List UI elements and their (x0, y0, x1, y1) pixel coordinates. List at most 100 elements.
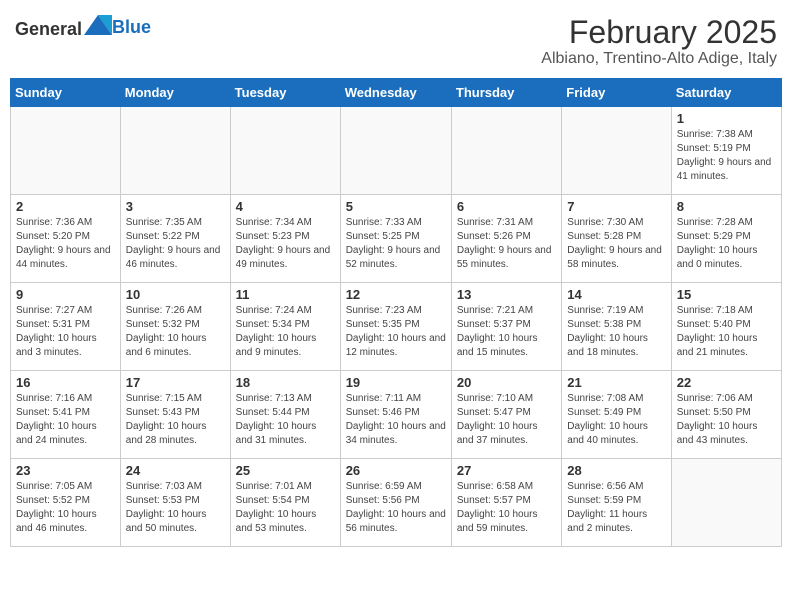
day-number: 7 (567, 199, 665, 214)
calendar-title: February 2025 (541, 15, 777, 50)
page-header: General Blue February 2025 Albiano, Tren… (10, 10, 782, 68)
day-info: Sunrise: 7:24 AMSunset: 5:34 PMDaylight:… (236, 304, 335, 360)
calendar-cell: 18 Sunrise: 7:13 AMSunset: 5:44 PMDayligh… (230, 371, 340, 459)
day-info: Sunrise: 6:59 AMSunset: 5:56 PMDaylight:… (346, 480, 446, 536)
day-info: Sunrise: 7:11 AMSunset: 5:46 PMDaylight:… (346, 392, 446, 448)
weekday-header-friday: Friday (562, 79, 671, 107)
day-info: Sunrise: 7:05 AMSunset: 5:52 PMDaylight:… (16, 480, 115, 536)
day-number: 9 (16, 287, 115, 302)
calendar-cell: 8 Sunrise: 7:28 AMSunset: 5:29 PMDaylight… (671, 195, 781, 283)
calendar-cell: 16 Sunrise: 7:16 AMSunset: 5:41 PMDayligh… (11, 371, 121, 459)
calendar-cell: 21 Sunrise: 7:08 AMSunset: 5:49 PMDayligh… (562, 371, 671, 459)
day-info: Sunrise: 7:21 AMSunset: 5:37 PMDaylight:… (457, 304, 556, 360)
day-number: 12 (346, 287, 446, 302)
logo-blue: Blue (112, 17, 151, 37)
calendar-cell: 19 Sunrise: 7:11 AMSunset: 5:46 PMDayligh… (340, 371, 451, 459)
week-row-5: 23 Sunrise: 7:05 AMSunset: 5:52 PMDayligh… (11, 459, 782, 547)
day-number: 10 (126, 287, 225, 302)
day-info: Sunrise: 7:15 AMSunset: 5:43 PMDaylight:… (126, 392, 225, 448)
calendar-cell: 20Sunrise: 7:10 AMSunset: 5:47 PMDayligh… (451, 371, 561, 459)
calendar-cell: 9 Sunrise: 7:27 AMSunset: 5:31 PMDaylight… (11, 283, 121, 371)
day-number: 4 (236, 199, 335, 214)
calendar-cell: 4 Sunrise: 7:34 AMSunset: 5:23 PMDaylight… (230, 195, 340, 283)
calendar-cell: 24 Sunrise: 7:03 AMSunset: 5:53 PMDayligh… (120, 459, 230, 547)
day-number: 6 (457, 199, 556, 214)
day-info: Sunrise: 7:35 AMSunset: 5:22 PMDaylight:… (126, 216, 225, 272)
day-number: 24 (126, 463, 225, 478)
calendar-cell: 14Sunrise: 7:19 AMSunset: 5:38 PMDayligh… (562, 283, 671, 371)
calendar-cell: 17 Sunrise: 7:15 AMSunset: 5:43 PMDayligh… (120, 371, 230, 459)
day-number: 25 (236, 463, 335, 478)
calendar-cell (230, 107, 340, 195)
calendar-cell: 3 Sunrise: 7:35 AMSunset: 5:22 PMDaylight… (120, 195, 230, 283)
day-info: Sunrise: 7:26 AMSunset: 5:32 PMDaylight:… (126, 304, 225, 360)
day-info: Sunrise: 7:31 AMSunset: 5:26 PMDaylight:… (457, 216, 556, 272)
day-number: 19 (346, 375, 446, 390)
day-number: 21 (567, 375, 665, 390)
day-info: Sunrise: 7:34 AMSunset: 5:23 PMDaylight:… (236, 216, 335, 272)
week-row-1: 1Sunrise: 7:38 AMSunset: 5:19 PMDaylight… (11, 107, 782, 195)
day-number: 23 (16, 463, 115, 478)
week-row-3: 9 Sunrise: 7:27 AMSunset: 5:31 PMDaylight… (11, 283, 782, 371)
calendar-cell: 6 Sunrise: 7:31 AMSunset: 5:26 PMDaylight… (451, 195, 561, 283)
week-row-2: 2Sunrise: 7:36 AMSunset: 5:20 PMDaylight… (11, 195, 782, 283)
calendar-cell (11, 107, 121, 195)
calendar-cell: 25 Sunrise: 7:01 AMSunset: 5:54 PMDayligh… (230, 459, 340, 547)
calendar-cell: 12 Sunrise: 7:23 AMSunset: 5:35 PMDayligh… (340, 283, 451, 371)
day-number: 26 (346, 463, 446, 478)
calendar-cell: 2Sunrise: 7:36 AMSunset: 5:20 PMDaylight… (11, 195, 121, 283)
day-number: 1 (677, 111, 776, 126)
day-number: 18 (236, 375, 335, 390)
day-info: Sunrise: 7:18 AMSunset: 5:40 PMDaylight:… (677, 304, 776, 360)
calendar-subtitle: Albiano, Trentino-Alto Adige, Italy (541, 50, 777, 68)
day-info: Sunrise: 7:06 AMSunset: 5:50 PMDaylight:… (677, 392, 776, 448)
weekday-header-tuesday: Tuesday (230, 79, 340, 107)
logo: General Blue (15, 15, 151, 40)
day-info: Sunrise: 7:23 AMSunset: 5:35 PMDaylight:… (346, 304, 446, 360)
calendar-cell: 10 Sunrise: 7:26 AMSunset: 5:32 PMDayligh… (120, 283, 230, 371)
weekday-header-thursday: Thursday (451, 79, 561, 107)
day-number: 8 (677, 199, 776, 214)
day-info: Sunrise: 7:10 AMSunset: 5:47 PMDaylight:… (457, 392, 556, 448)
day-number: 15 (677, 287, 776, 302)
logo-icon (84, 15, 112, 35)
calendar-cell: 11 Sunrise: 7:24 AMSunset: 5:34 PMDayligh… (230, 283, 340, 371)
calendar-cell: 27Sunrise: 6:58 AMSunset: 5:57 PMDayligh… (451, 459, 561, 547)
day-info: Sunrise: 7:13 AMSunset: 5:44 PMDaylight:… (236, 392, 335, 448)
title-block: February 2025 Albiano, Trentino-Alto Adi… (541, 15, 777, 68)
week-row-4: 16 Sunrise: 7:16 AMSunset: 5:41 PMDayligh… (11, 371, 782, 459)
calendar-cell: 26 Sunrise: 6:59 AMSunset: 5:56 PMDayligh… (340, 459, 451, 547)
day-number: 27 (457, 463, 556, 478)
day-info: Sunrise: 7:30 AMSunset: 5:28 PMDaylight:… (567, 216, 665, 272)
day-number: 16 (16, 375, 115, 390)
calendar-cell (340, 107, 451, 195)
calendar-cell: 7 Sunrise: 7:30 AMSunset: 5:28 PMDaylight… (562, 195, 671, 283)
calendar-cell: 13Sunrise: 7:21 AMSunset: 5:37 PMDayligh… (451, 283, 561, 371)
calendar-cell (451, 107, 561, 195)
day-number: 22 (677, 375, 776, 390)
calendar-cell: 1Sunrise: 7:38 AMSunset: 5:19 PMDaylight… (671, 107, 781, 195)
calendar-cell: 5 Sunrise: 7:33 AMSunset: 5:25 PMDaylight… (340, 195, 451, 283)
calendar-table: SundayMondayTuesdayWednesdayThursdayFrid… (10, 78, 782, 547)
day-info: Sunrise: 7:01 AMSunset: 5:54 PMDaylight:… (236, 480, 335, 536)
weekday-header-saturday: Saturday (671, 79, 781, 107)
weekday-header-row: SundayMondayTuesdayWednesdayThursdayFrid… (11, 79, 782, 107)
day-number: 17 (126, 375, 225, 390)
day-info: Sunrise: 7:08 AMSunset: 5:49 PMDaylight:… (567, 392, 665, 448)
calendar-cell: 22 Sunrise: 7:06 AMSunset: 5:50 PMDayligh… (671, 371, 781, 459)
day-info: Sunrise: 7:03 AMSunset: 5:53 PMDaylight:… (126, 480, 225, 536)
day-info: Sunrise: 7:33 AMSunset: 5:25 PMDaylight:… (346, 216, 446, 272)
logo-general: General (15, 19, 82, 39)
day-number: 2 (16, 199, 115, 214)
day-info: Sunrise: 7:27 AMSunset: 5:31 PMDaylight:… (16, 304, 115, 360)
day-info: Sunrise: 7:28 AMSunset: 5:29 PMDaylight:… (677, 216, 776, 272)
calendar-cell: 28Sunrise: 6:56 AMSunset: 5:59 PMDayligh… (562, 459, 671, 547)
weekday-header-wednesday: Wednesday (340, 79, 451, 107)
day-info: Sunrise: 7:16 AMSunset: 5:41 PMDaylight:… (16, 392, 115, 448)
day-number: 11 (236, 287, 335, 302)
calendar-cell (562, 107, 671, 195)
calendar-cell (671, 459, 781, 547)
day-number: 5 (346, 199, 446, 214)
day-number: 3 (126, 199, 225, 214)
day-info: Sunrise: 7:19 AMSunset: 5:38 PMDaylight:… (567, 304, 665, 360)
